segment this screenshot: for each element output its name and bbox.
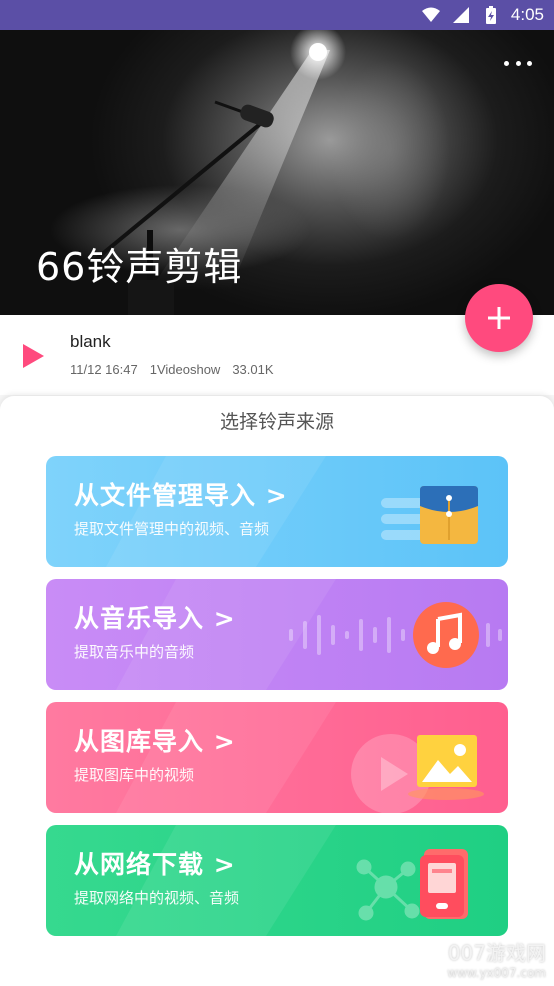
wifi-icon [421, 7, 440, 22]
dot-icon [504, 60, 509, 66]
sheet-title: 选择铃声来源 [219, 411, 334, 433]
import-from-gallery-button[interactable]: 从图库导入 > 提取图库中的视频 [46, 702, 508, 813]
source-picker-sheet: 选择铃声来源 从文件管理导入 > 提取文件管理中的视频、音频 从音乐导入 > 提… [0, 396, 554, 986]
card-title: 从音乐导入 > [74, 604, 236, 633]
import-from-music-button[interactable]: 从音乐导入 > 提取音乐中的音频 [46, 579, 508, 690]
import-from-file-manager-button[interactable]: 从文件管理导入 > 提取文件管理中的视频、音频 [46, 456, 508, 567]
image-icon [417, 735, 477, 787]
card-subtitle: 提取网络中的视频、音频 [74, 889, 240, 907]
card-title: 从网络下载 > [74, 850, 236, 879]
card-title: 从文件管理导入 > [74, 481, 288, 510]
signal-icon [452, 7, 469, 23]
track-date: 11/12 16:47 [70, 362, 138, 377]
folder-icon [420, 486, 478, 544]
app-title: 66铃声剪辑 [36, 245, 243, 289]
plus-icon [488, 307, 510, 329]
card-subtitle: 提取文件管理中的视频、音频 [74, 520, 270, 538]
add-button[interactable] [465, 284, 533, 352]
track-meta: 11/12 16:47 1Videoshow 33.01K [70, 362, 274, 377]
watermark-url: www.yx007.com [447, 966, 546, 980]
watermark-brand: 007游戏网 [447, 941, 546, 965]
download-from-network-button[interactable]: 从网络下载 > 提取网络中的视频、音频 [46, 825, 508, 936]
battery-icon [485, 6, 496, 24]
dot-icon [515, 60, 521, 66]
phone-download-icon [420, 849, 468, 919]
more-options-button[interactable] [504, 58, 532, 68]
track-size: 33.01K [232, 362, 274, 377]
watermark: 007游戏网 www.yx007.com [447, 937, 546, 980]
music-note-icon [413, 602, 479, 668]
track-name: blank [70, 332, 111, 351]
status-time: 4:05 [510, 5, 544, 24]
play-icon[interactable] [20, 343, 46, 369]
track-source: 1Videoshow [149, 362, 221, 377]
dot-icon [527, 60, 532, 66]
card-title: 从图库导入 > [74, 727, 236, 756]
card-subtitle: 提取图库中的视频 [74, 766, 195, 784]
status-bar: 4:05 [0, 0, 554, 30]
card-subtitle: 提取音乐中的音频 [74, 643, 195, 661]
hero-banner: 66铃声剪辑 [0, 30, 554, 315]
